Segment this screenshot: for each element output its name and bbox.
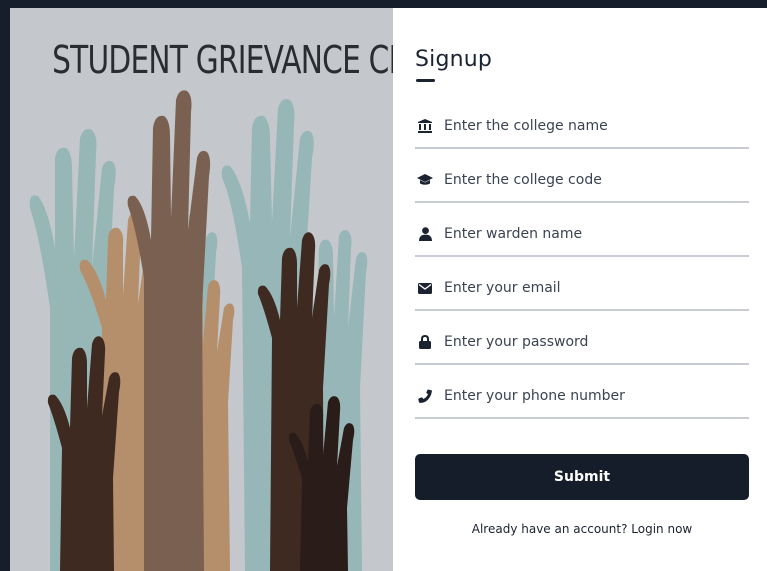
raised-hands-illustration (29, 90, 368, 571)
warden-name-field (415, 213, 749, 257)
email-field (415, 267, 749, 311)
institution-icon (416, 117, 434, 135)
college-name-field (415, 105, 749, 149)
phone-field (415, 375, 749, 419)
college-code-input[interactable] (444, 165, 749, 195)
signup-form: Signup Enter the college name Enter the … (415, 8, 749, 571)
login-prompt-text: Already have an account? (471, 522, 628, 536)
password-input[interactable] (444, 327, 749, 357)
grievance-cell-banner: STUDENT GRIEVANCE CELL (10, 8, 393, 571)
college-name-input[interactable] (444, 111, 749, 141)
form-title: Signup (415, 47, 493, 72)
password-field (415, 321, 749, 365)
user-icon (416, 225, 434, 243)
phone-icon (416, 387, 434, 405)
phone-input[interactable] (444, 381, 749, 411)
banner-title: STUDENT GRIEVANCE CELL (52, 38, 393, 82)
college-code-field (415, 159, 749, 203)
envelope-icon (416, 279, 434, 297)
title-underline (416, 79, 435, 82)
lock-icon (416, 333, 434, 351)
login-now-link[interactable]: Login now (631, 522, 692, 536)
submit-button[interactable]: Submit (415, 454, 749, 500)
login-prompt: Already have an account? Login now (415, 522, 749, 536)
email-input[interactable] (444, 273, 749, 303)
warden-name-input[interactable] (444, 219, 749, 249)
graduation-cap-icon (416, 171, 434, 189)
signup-card: STUDENT GRIEVANCE CELL Signup (10, 8, 767, 571)
